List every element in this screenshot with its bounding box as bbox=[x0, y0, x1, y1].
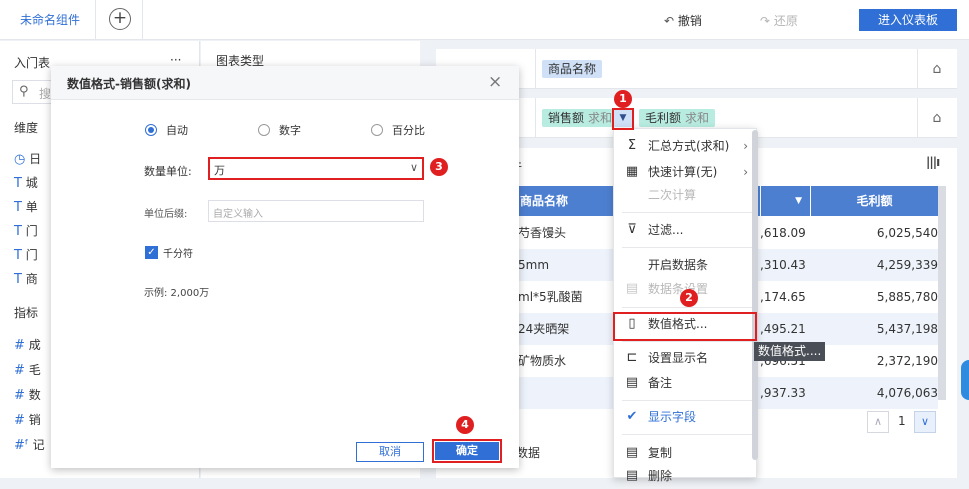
text-type-icon: T bbox=[14, 272, 22, 287]
calculated-field-icon: #ᶠ bbox=[14, 438, 29, 453]
text-type-icon: T bbox=[14, 224, 22, 239]
divider bbox=[142, 0, 143, 40]
radio-percent-label: 百分比 bbox=[392, 124, 425, 137]
measure-item[interactable]: # 成 bbox=[14, 336, 41, 353]
dimension-item[interactable]: T 门 bbox=[14, 246, 38, 263]
menu-item-filter[interactable]: ⊽ 过滤... bbox=[614, 217, 758, 243]
dimension-item[interactable]: T 商 bbox=[14, 270, 38, 287]
unit-select-value: 万 bbox=[214, 164, 225, 177]
chart-switch-icon[interactable]: |||ı bbox=[926, 155, 940, 169]
dimension-heading: 维度 bbox=[14, 121, 39, 135]
dimension-item[interactable]: T 门 bbox=[14, 222, 38, 239]
tab-untitled-component[interactable]: 未命名组件 bbox=[0, 0, 96, 40]
lock-icon[interactable]: ⌂ bbox=[926, 107, 948, 129]
search-icon: ⚲ bbox=[19, 84, 29, 99]
filter-icon: ⊽ bbox=[627, 222, 637, 237]
field-pill-product-name[interactable]: 商品名称 bbox=[542, 60, 603, 78]
dropdown-highlight bbox=[612, 108, 634, 130]
radio-percent[interactable] bbox=[371, 124, 383, 136]
databar-icon: ▤ bbox=[625, 281, 639, 296]
redo-button[interactable]: ↷ 还原 bbox=[760, 12, 798, 29]
dimension-item[interactable]: ◷ 日 bbox=[14, 150, 41, 167]
search-placeholder: 搜 bbox=[39, 87, 52, 101]
radio-number-label: 数字 bbox=[279, 124, 301, 137]
number-format-tooltip: 数值格式.... bbox=[754, 342, 825, 361]
suffix-input[interactable]: 自定义输入 bbox=[208, 200, 424, 222]
lock-icon[interactable]: ⌂ bbox=[926, 58, 948, 80]
ok-button[interactable]: 确定 bbox=[435, 442, 499, 460]
menu-item-enable-databar[interactable]: 开启数据条 bbox=[614, 252, 758, 278]
table-name: 入门表 bbox=[14, 56, 51, 70]
menu-item-show-field[interactable]: ✔ 显示字段 bbox=[614, 404, 758, 430]
rename-icon: ⊏ bbox=[626, 350, 638, 365]
radio-auto-label: 自动 bbox=[166, 124, 188, 137]
step-badge-4: 4 bbox=[456, 416, 474, 434]
undo-button[interactable]: ↶ 撤销 bbox=[664, 12, 702, 29]
chevron-right-icon: › bbox=[743, 139, 748, 153]
data-section-label: 数据 bbox=[516, 446, 541, 460]
thousands-label: 千分符 bbox=[163, 249, 193, 260]
dimension-item[interactable]: T 城 bbox=[14, 174, 38, 191]
step-badge-1: 1 bbox=[614, 90, 632, 108]
field-pill-gross-profit[interactable]: 毛利额 求和 bbox=[639, 109, 716, 127]
suffix-placeholder: 自定义输入 bbox=[213, 209, 263, 220]
number-type-icon: # bbox=[14, 338, 25, 353]
number-format-dialog: 数值格式-销售额(求和) × 自动 数字 百分比 数量单位: 万 ∨ 单位后缀:… bbox=[51, 66, 519, 468]
step-badge-2: 2 bbox=[680, 289, 698, 307]
next-page-chevron-icon[interactable]: ∨ bbox=[914, 411, 936, 433]
thousands-checkbox[interactable]: ✓ bbox=[145, 246, 158, 259]
text-type-icon: T bbox=[14, 176, 22, 191]
more-icon[interactable]: ··· bbox=[170, 53, 181, 67]
number-type-icon: # bbox=[14, 363, 25, 378]
note-icon: ▤ bbox=[625, 375, 639, 390]
cancel-button[interactable]: 取消 bbox=[356, 442, 424, 462]
radio-auto[interactable] bbox=[145, 124, 157, 136]
text-type-icon: T bbox=[14, 248, 22, 263]
measure-item[interactable]: # 数 bbox=[14, 386, 41, 403]
number-type-icon: # bbox=[14, 388, 25, 403]
enter-dashboard-button[interactable]: 进入仪表板 bbox=[859, 9, 957, 31]
number-type-icon: # bbox=[14, 413, 25, 428]
close-icon[interactable]: × bbox=[488, 72, 502, 92]
sigma-icon: Σ bbox=[627, 138, 637, 153]
redo-icon: ↷ bbox=[760, 14, 774, 28]
measure-item[interactable]: # 销 bbox=[14, 411, 41, 428]
unit-select[interactable]: 万 ∨ bbox=[208, 157, 424, 180]
check-icon: ✔ bbox=[626, 409, 638, 424]
page-number: 1 bbox=[898, 414, 906, 428]
text-type-icon: T bbox=[14, 200, 22, 215]
example-text: 示例: 2,000万 bbox=[144, 288, 210, 299]
dimension-item[interactable]: T 单 bbox=[14, 198, 38, 215]
menu-item-aggregation[interactable]: Σ 汇总方式(求和) › bbox=[614, 133, 758, 159]
step-badge-3: 3 bbox=[430, 158, 448, 176]
menu-item-secondary-calc: 二次计算 bbox=[648, 188, 697, 202]
dialog-title: 数值格式-销售额(求和) bbox=[67, 77, 191, 91]
delete-icon: ▤ bbox=[625, 468, 639, 483]
menu-scrollbar[interactable] bbox=[752, 130, 758, 460]
chevron-down-icon: ∨ bbox=[409, 161, 418, 174]
unit-label: 数量单位: bbox=[144, 165, 192, 178]
table-header-gross-profit[interactable]: 毛利额 bbox=[811, 186, 938, 216]
date-icon: ◷ bbox=[14, 152, 26, 167]
menu-item-note[interactable]: ▤ 备注 bbox=[614, 370, 758, 396]
measure-item[interactable]: #ᶠ 记 bbox=[14, 436, 45, 453]
radio-number[interactable] bbox=[258, 124, 270, 136]
menu-item-display-name[interactable]: ⊏ 设置显示名 bbox=[614, 345, 758, 371]
measure-heading: 指标 bbox=[14, 306, 39, 320]
top-bar bbox=[0, 0, 969, 40]
table-header-sales[interactable]: ▼ bbox=[761, 186, 810, 216]
measure-item[interactable]: # 毛 bbox=[14, 361, 41, 378]
number-format-highlight bbox=[613, 312, 757, 341]
undo-icon: ↶ bbox=[664, 14, 678, 28]
plus-icon[interactable]: + bbox=[109, 8, 131, 30]
floating-assistant-icon[interactable] bbox=[961, 360, 969, 400]
menu-item-delete[interactable]: ▤ 删除 bbox=[614, 463, 758, 489]
sort-chevron-icon[interactable]: ▼ bbox=[795, 186, 802, 216]
prev-page-chevron-icon[interactable]: ∧ bbox=[867, 411, 889, 433]
table-scrollbar[interactable] bbox=[938, 186, 946, 400]
suffix-label: 单位后缀: bbox=[144, 209, 188, 220]
field-pill-sales[interactable]: 销售额 求和 bbox=[542, 109, 619, 127]
